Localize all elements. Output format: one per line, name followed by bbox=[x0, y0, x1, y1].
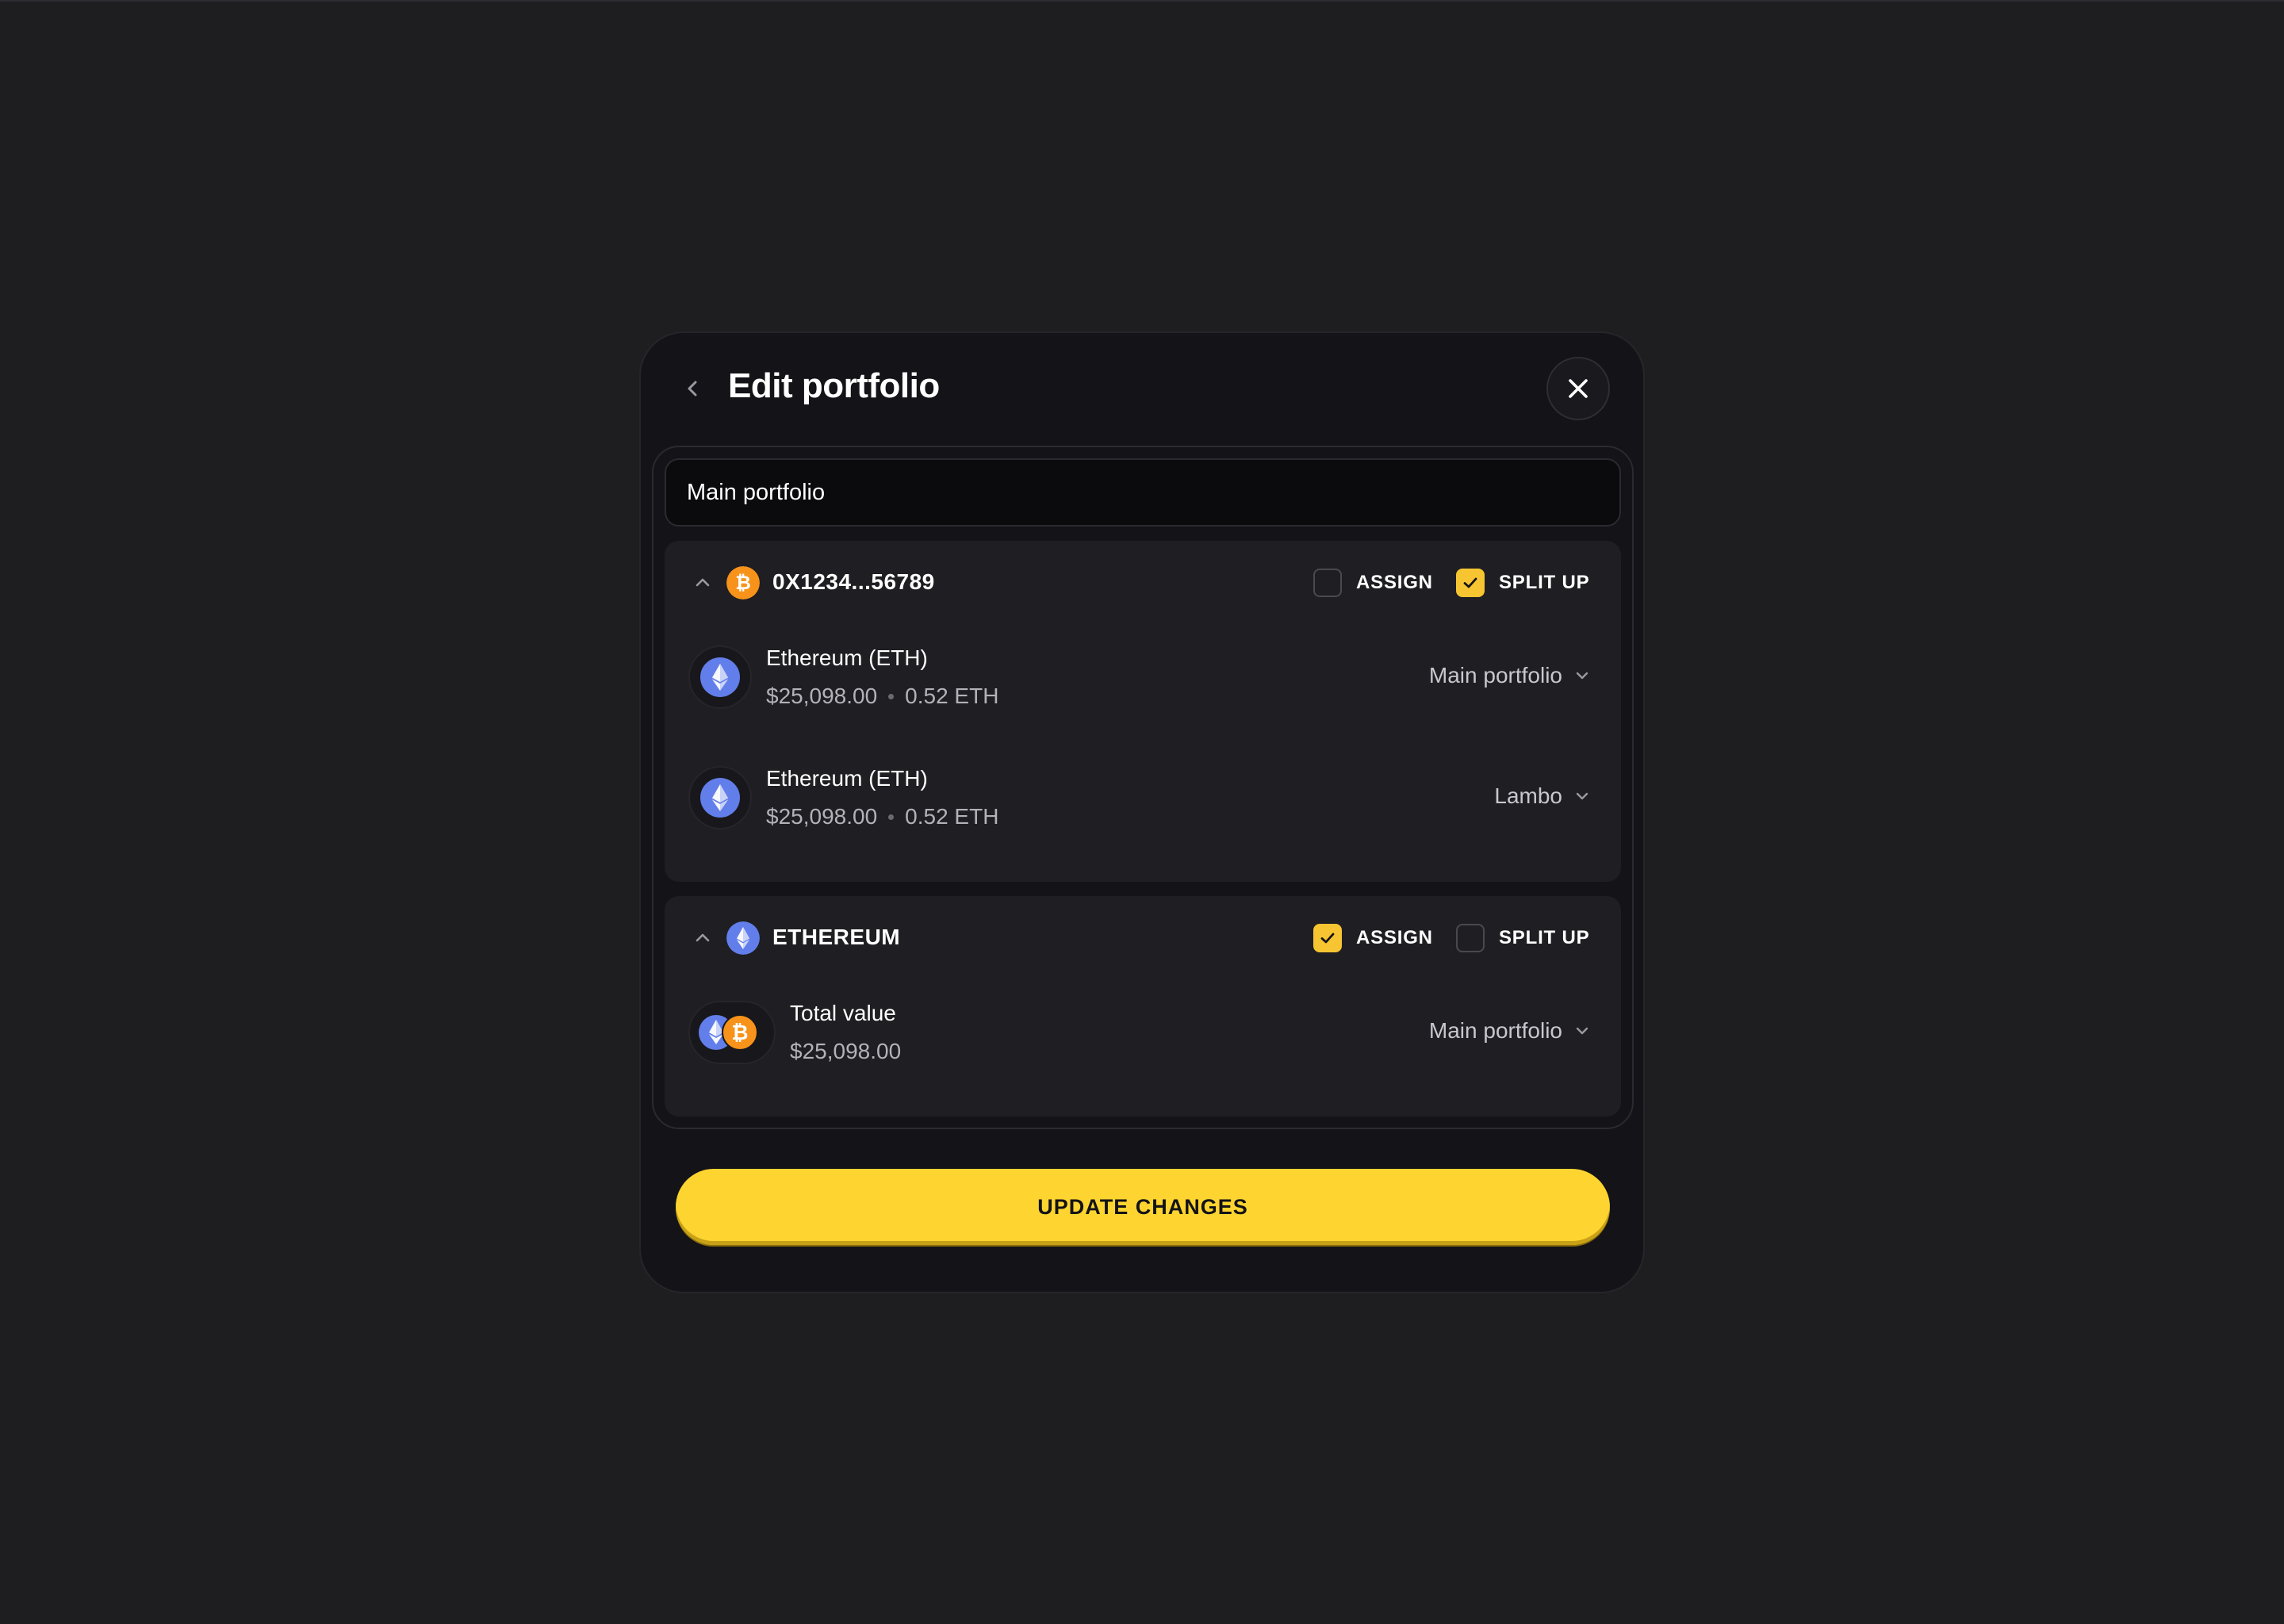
portfolio-select[interactable]: Main portfolio bbox=[1429, 660, 1591, 691]
asset-row: Ethereum (ETH) $25,098.00 0.52 ETH Lambo bbox=[665, 747, 1621, 842]
asset-value: $25,098.00 bbox=[766, 684, 878, 708]
asset-row: ₿ Total value $25,098.00 Main portfolio bbox=[665, 982, 1621, 1077]
svg-text:₿: ₿ bbox=[731, 1021, 748, 1045]
separator-dot bbox=[888, 814, 895, 820]
ethereum-icon bbox=[726, 921, 760, 955]
chevron-down-icon bbox=[1576, 792, 1588, 800]
ethereum-bitcoin-pair-icon: ₿ bbox=[688, 1001, 776, 1064]
asset-name: Ethereum (ETH) bbox=[766, 766, 928, 791]
portfolio-select-value: Lambo bbox=[1494, 783, 1562, 808]
portfolio-panel: ₿ 0X1234...56789 ASSIGN SPLIT UP bbox=[652, 446, 1634, 1129]
assign-checkbox-box[interactable] bbox=[1313, 569, 1342, 597]
modal-title: Edit portfolio bbox=[728, 366, 940, 405]
modal-header: Edit portfolio bbox=[641, 333, 1643, 446]
group-name: ETHEREUM bbox=[772, 925, 901, 949]
assign-label: ASSIGN bbox=[1356, 927, 1433, 948]
asset-details: $25,098.00 0.52 ETH bbox=[766, 684, 998, 709]
group-name: 0X1234...56789 bbox=[772, 569, 935, 594]
wallet-group-0x1234: ₿ 0X1234...56789 ASSIGN SPLIT UP Ethereu… bbox=[665, 541, 1621, 882]
split-up-label: SPLIT UP bbox=[1499, 927, 1590, 948]
check-icon bbox=[1320, 933, 1335, 944]
asset-row: Ethereum (ETH) $25,098.00 0.52 ETH Main … bbox=[665, 626, 1621, 722]
group-header: ETHEREUM ASSIGN SPLIT UP bbox=[665, 896, 1621, 980]
assign-checkbox-box[interactable] bbox=[1313, 924, 1342, 952]
split-up-checkbox[interactable]: SPLIT UP bbox=[1456, 923, 1589, 953]
top-border bbox=[0, 0, 2284, 2]
chevron-left-icon bbox=[688, 381, 697, 396]
group-header: ₿ 0X1234...56789 ASSIGN SPLIT UP bbox=[665, 541, 1621, 625]
portfolio-name-input[interactable] bbox=[665, 458, 1621, 527]
split-up-label: SPLIT UP bbox=[1499, 572, 1590, 593]
asset-value: $25,098.00 bbox=[790, 1039, 902, 1063]
ethereum-icon bbox=[688, 645, 752, 709]
asset-amount: 0.52 ETH bbox=[905, 684, 999, 708]
asset-name: Total value bbox=[790, 1001, 896, 1025]
chevron-up-icon[interactable] bbox=[692, 926, 714, 948]
portfolio-select[interactable]: Main portfolio bbox=[1429, 1015, 1591, 1047]
svg-text:₿: ₿ bbox=[735, 572, 751, 594]
check-icon bbox=[1463, 577, 1477, 588]
asset-name: Ethereum (ETH) bbox=[766, 645, 928, 670]
portfolio-select-value: Main portfolio bbox=[1428, 663, 1562, 688]
chevron-down-icon bbox=[1576, 672, 1588, 680]
update-changes-button[interactable]: UPDATE CHANGES bbox=[676, 1169, 1610, 1245]
close-button[interactable] bbox=[1546, 357, 1610, 420]
assign-checkbox[interactable]: ASSIGN bbox=[1313, 923, 1433, 953]
back-button[interactable] bbox=[677, 373, 709, 404]
chevron-down-icon bbox=[1576, 1027, 1588, 1035]
assign-label: ASSIGN bbox=[1356, 572, 1433, 593]
split-up-checkbox-box[interactable] bbox=[1456, 569, 1485, 597]
bitcoin-icon: ₿ bbox=[726, 566, 760, 599]
asset-details: $25,098.00 bbox=[790, 1039, 901, 1064]
wallet-group-ethereum: ETHEREUM ASSIGN SPLIT UP ₿ Total value $… bbox=[665, 896, 1621, 1116]
chevron-up-icon[interactable] bbox=[692, 571, 714, 593]
asset-details: $25,098.00 0.52 ETH bbox=[766, 804, 998, 829]
asset-value: $25,098.00 bbox=[766, 804, 878, 829]
split-up-checkbox[interactable]: SPLIT UP bbox=[1456, 568, 1589, 598]
split-up-checkbox-box[interactable] bbox=[1456, 924, 1485, 952]
portfolio-select[interactable]: Lambo bbox=[1494, 780, 1591, 812]
assign-checkbox[interactable]: ASSIGN bbox=[1313, 568, 1433, 598]
separator-dot bbox=[888, 693, 895, 699]
portfolio-select-value: Main portfolio bbox=[1428, 1018, 1562, 1043]
asset-amount: 0.52 ETH bbox=[905, 804, 999, 829]
close-icon bbox=[1569, 379, 1588, 398]
edit-portfolio-modal: Edit portfolio ₿ 0X1234...56789 bbox=[639, 331, 1645, 1293]
ethereum-icon bbox=[688, 766, 752, 829]
